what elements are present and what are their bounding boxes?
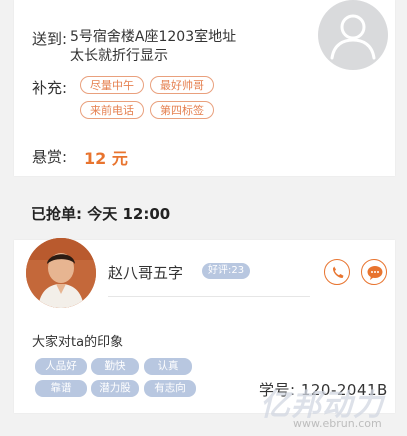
call-button[interactable] — [324, 259, 350, 285]
default-avatar-icon — [318, 0, 388, 70]
impression-tag: 潜力股 — [91, 380, 139, 397]
bounty-value: 12 元 — [84, 149, 128, 168]
address-line-2: 太长就折行显示 — [70, 48, 168, 64]
requirement-tag: 来前电话 — [80, 101, 144, 119]
impression-tag: 有志向 — [144, 380, 196, 397]
extra-label: 补充: — [32, 79, 68, 97]
requirement-tag: 最好帅哥 — [150, 76, 214, 94]
deliver-label: 送到: — [32, 30, 68, 48]
impression-title: 大家对ta的印象 — [32, 335, 124, 350]
requirement-tag: 尽量中午 — [80, 76, 144, 94]
address-line-1: 5号宿舍楼A座1203室地址 — [70, 29, 237, 45]
taker-avatar[interactable] — [26, 238, 96, 308]
impression-tag: 勤快 — [91, 358, 139, 375]
taker-name: 赵八哥五字 — [108, 264, 184, 282]
grabbed-time: 已抢单: 今天 12:00 — [31, 205, 171, 223]
rating-badge: 好评:23 — [202, 263, 251, 279]
delivery-address: 5号宿舍楼A座1203室地址 太长就折行显示 — [70, 28, 236, 66]
phone-icon — [332, 266, 344, 279]
requirement-tag: 第四标签 — [150, 101, 214, 119]
impression-tag: 靠谱 — [35, 380, 87, 397]
watermark-url: www.ebrun.com — [293, 417, 382, 430]
chat-button[interactable] — [361, 259, 387, 285]
impression-tag: 认真 — [144, 358, 192, 375]
chat-bubble-icon — [367, 266, 383, 280]
divider — [108, 296, 310, 297]
impression-tag: 人品好 — [35, 358, 87, 375]
bounty-label: 悬赏: — [32, 148, 68, 166]
